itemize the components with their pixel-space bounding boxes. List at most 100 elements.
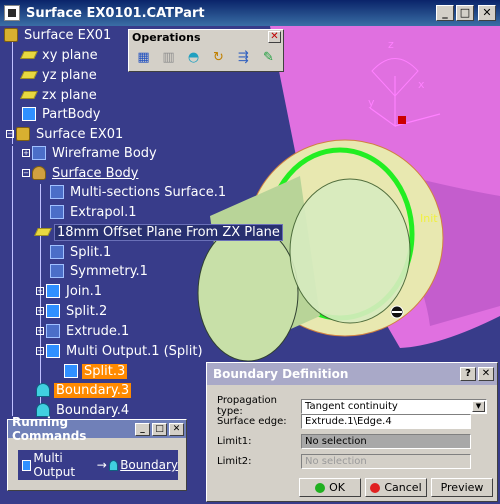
extrapolate-icon	[50, 205, 64, 219]
close-button[interactable]: ✕	[478, 5, 496, 21]
limit1-row: Limit1: No selection	[217, 434, 471, 449]
tree-node-xy-plane[interactable]: xy plane	[20, 46, 100, 64]
tree-node-split-2[interactable]: + Split.2	[36, 302, 109, 320]
expand-icon[interactable]: +	[22, 149, 30, 157]
tree-node-surface-ex01[interactable]: − Surface EX01	[6, 125, 125, 143]
tree-node-yz-plane[interactable]: yz plane	[20, 66, 99, 84]
split-icon	[50, 245, 64, 259]
expand-icon[interactable]: +	[36, 307, 44, 315]
minimize-button[interactable]: _	[436, 5, 454, 21]
translate-tool-icon[interactable]: ⇶	[233, 47, 254, 67]
operations-toolbar[interactable]: Operations ✕ ▦ ▥ ◓ ↻ ⇶ ✎	[128, 29, 284, 72]
tree-node-multi-sections[interactable]: Multi-sections Surface.1	[50, 183, 228, 201]
tree-node-surface-body[interactable]: − Surface Body	[22, 164, 140, 182]
dialog-titlebar[interactable]: Boundary Definition ? ✕	[207, 363, 497, 385]
boundary-definition-dialog: Boundary Definition ? ✕ Propagation type…	[206, 362, 498, 502]
dialog-title: Boundary Definition	[213, 367, 349, 381]
tree-node-label: Multi Output.1 (Split)	[66, 343, 203, 359]
tree-node-join[interactable]: + Join.1	[36, 282, 104, 300]
collapse-icon[interactable]: −	[6, 130, 14, 138]
collapse-icon[interactable]: −	[22, 169, 30, 177]
running-command-boundary[interactable]: Boundary	[120, 458, 178, 472]
tree-node-label: Split.2	[66, 303, 108, 319]
tree-node-split-1[interactable]: Split.1	[50, 243, 113, 261]
expand-icon[interactable]: +	[36, 327, 44, 335]
help-button[interactable]: ?	[460, 367, 476, 381]
tree-node-label: Surface EX01	[24, 27, 112, 43]
limit2-field[interactable]: No selection	[301, 454, 471, 469]
ok-button[interactable]: OK	[299, 478, 361, 497]
plane-icon	[20, 71, 38, 79]
tree-node-multi-output[interactable]: − Multi Output.1 (Split)	[36, 342, 205, 360]
arrow-icon: →	[96, 458, 107, 472]
tree-node-symmetry[interactable]: Symmetry.1	[50, 262, 150, 280]
boundary-tool-icon[interactable]: ◓	[183, 47, 204, 67]
tree-node-extrapol[interactable]: Extrapol.1	[50, 203, 139, 221]
limit2-label: Limit2:	[217, 456, 252, 467]
surface-edge-row: Surface edge: Extrude.1\Edge.4	[217, 414, 471, 429]
tree-node-label: Split.3	[82, 363, 128, 379]
plane-icon	[20, 51, 38, 59]
propagation-select[interactable]: Tangent continuity ▼	[301, 398, 487, 414]
join-tool-icon[interactable]: ▦	[133, 47, 154, 67]
tree-node-label: Extrapol.1	[70, 204, 137, 220]
tree-node-label: zx plane	[42, 87, 97, 103]
tree-node-root[interactable]: Surface EX01	[4, 26, 113, 44]
cancel-label: Cancel	[384, 481, 422, 494]
split-icon	[46, 304, 60, 318]
extrude-icon	[46, 324, 60, 338]
surface-edge-field[interactable]: Extrude.1\Edge.4	[301, 414, 471, 429]
tree-node-label: 18mm Offset Plane From ZX Plane	[54, 223, 283, 241]
ok-label: OK	[329, 481, 345, 494]
running-command-multi-output[interactable]: Multi Output	[33, 451, 94, 479]
cancel-icon	[370, 482, 381, 493]
symmetry-icon	[50, 264, 64, 278]
tree-node-label: Surface Body	[52, 165, 139, 181]
expand-icon[interactable]: +	[36, 287, 44, 295]
part-tree-icon	[4, 28, 18, 42]
collapse-icon[interactable]: −	[36, 347, 44, 355]
tree-node-split-3[interactable]: Split.3	[64, 362, 128, 380]
extrapolate-tool-icon[interactable]: ✎	[258, 47, 279, 67]
tree-node-boundary-3[interactable]: Boundary.3	[36, 381, 132, 399]
multi-output-icon	[46, 344, 60, 358]
tree-node-label: Multi-sections Surface.1	[70, 184, 227, 200]
body-icon	[32, 166, 46, 180]
split-tool-icon[interactable]: ↻	[208, 47, 229, 67]
body-icon	[22, 107, 36, 121]
maximize-button[interactable]: □	[456, 5, 474, 21]
running-commands-titlebar[interactable]: Running Commands _ □ ✕	[8, 415, 186, 443]
tree-node-label: Wireframe Body	[52, 145, 157, 161]
tree-node-label: PartBody	[42, 106, 101, 122]
running-minimize-button[interactable]: _	[135, 422, 150, 436]
tree-node-extrude[interactable]: + Extrude.1	[36, 322, 131, 340]
cylinder-end[interactable]	[289, 178, 411, 324]
limit1-field[interactable]: No selection	[301, 434, 471, 449]
limit1-label: Limit1:	[217, 436, 252, 447]
tree-node-label: Boundary.3	[54, 382, 132, 398]
dialog-close-button[interactable]: ✕	[478, 367, 494, 381]
operations-toolbar-title[interactable]: Operations ✕	[129, 30, 283, 44]
tree-node-zx-plane[interactable]: zx plane	[20, 86, 99, 104]
preview-button[interactable]: Preview	[431, 478, 493, 497]
healing-tool-icon[interactable]: ▥	[158, 47, 179, 67]
operations-close-button[interactable]: ✕	[268, 31, 281, 43]
tree-node-partbody[interactable]: PartBody	[22, 105, 102, 123]
multi-output-icon	[22, 459, 32, 471]
compass-z-label: z	[388, 38, 394, 51]
cancel-button[interactable]: Cancel	[365, 478, 427, 497]
chevron-down-icon[interactable]: ▼	[472, 400, 485, 412]
tree-node-offset-plane[interactable]: 18mm Offset Plane From ZX Plane	[34, 223, 283, 241]
compass-handle[interactable]	[398, 116, 406, 124]
window-title: Surface EX0101.CATPart	[26, 5, 205, 21]
compass-x-label: x	[418, 78, 425, 91]
running-commands-panel: Running Commands _ □ ✕ Multi Output → Bo…	[7, 415, 187, 491]
tree-node-label: xy plane	[42, 47, 98, 63]
running-maximize-button[interactable]: □	[152, 422, 167, 436]
tree-node-wireframe-body[interactable]: + Wireframe Body	[22, 144, 159, 162]
catpart-app-icon	[4, 5, 20, 21]
running-close-button[interactable]: ✕	[169, 422, 184, 436]
surface-edge-label: Surface edge:	[217, 416, 287, 427]
operations-title-text: Operations	[132, 30, 201, 44]
split-icon	[64, 364, 78, 378]
